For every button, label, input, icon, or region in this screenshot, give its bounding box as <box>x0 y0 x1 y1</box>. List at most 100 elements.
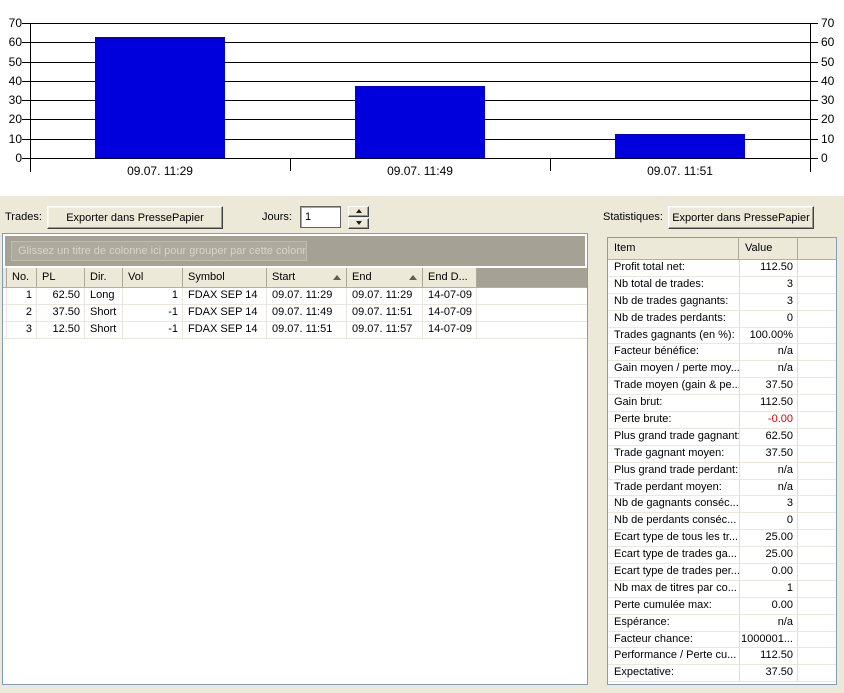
x-axis-tick <box>30 158 31 171</box>
y-axis-tick <box>810 138 818 140</box>
table-cell: 37.50 <box>37 305 85 321</box>
stats-row[interactable]: Facteur chance: 1000001... <box>608 631 836 649</box>
stat-item-label: Performance / Perte cu... <box>614 649 737 662</box>
table-row[interactable]: 1 62.50 Long 1 FDAX SEP 14 09.07. 11:29 09.07.… <box>3 288 587 305</box>
stats-row[interactable]: Plus grand trade gagnant: 62.50 <box>608 428 836 446</box>
column-header-endd[interactable]: End D... <box>423 268 477 287</box>
trades-grid-header: No. PL Dir. Vol Symbol Start End End D... <box>3 268 587 288</box>
table-cell: -1 <box>123 305 183 321</box>
table-cell: FDAX SEP 14 <box>183 305 267 321</box>
column-header-symbol[interactable]: Symbol <box>183 268 267 287</box>
stat-item-label: Plus grand trade gagnant: <box>614 429 739 442</box>
stat-item-label: Nb de trades gagnants: <box>614 294 729 307</box>
stat-item-value: n/a <box>739 462 798 479</box>
column-header-vol[interactable]: Vol <box>123 268 183 287</box>
column-header-dir[interactable]: Dir. <box>85 268 123 287</box>
stats-row[interactable]: Trade moyen (gain & pe... 37.50 <box>608 378 836 396</box>
stats-row[interactable]: Trades gagnants (en %): 100.00% <box>608 327 836 345</box>
stats-row[interactable]: Performance / Perte cu... 112.50 <box>608 648 836 666</box>
y-axis-tick-label: 60 <box>8 35 22 50</box>
stat-item-label: Facteur bénéfice: <box>614 345 699 358</box>
stats-row[interactable]: Perte cumulée max: 0.00 <box>608 597 836 615</box>
table-cell: 2 <box>7 305 37 321</box>
stats-column-item[interactable]: Item <box>608 238 739 259</box>
x-axis-tick-label: 09.07. 11:51 <box>647 164 713 178</box>
jours-spin-up-button[interactable] <box>348 206 369 217</box>
stat-item-value: n/a <box>739 614 798 631</box>
stats-column-value[interactable]: Value <box>739 238 798 259</box>
y-axis-tick <box>810 119 818 121</box>
stats-row[interactable]: Espérance: n/a <box>608 614 836 632</box>
table-cell: 14-07-09 <box>423 288 477 304</box>
y-axis-tick <box>22 42 30 44</box>
y-axis-tick-label: 20 <box>821 112 835 127</box>
y-axis-tick <box>22 138 30 140</box>
stat-item-value: n/a <box>739 361 798 378</box>
stats-row[interactable]: Profit total net: 112.50 <box>608 260 836 277</box>
y-axis-tick-label: 50 <box>8 54 22 69</box>
stat-item-value: 3 <box>739 276 798 293</box>
stats-row[interactable]: Nb de gagnants conséc... 3 <box>608 496 836 514</box>
y-axis-tick <box>810 61 818 63</box>
table-row[interactable]: 3 12.50 Short -1 FDAX SEP 14 09.07. 11:51 09.0… <box>3 322 587 339</box>
stats-row[interactable]: Nb de trades gagnants: 3 <box>608 293 836 311</box>
stat-item-value: n/a <box>739 344 798 361</box>
stat-item-value: 112.50 <box>739 648 798 665</box>
column-header-end[interactable]: End <box>347 268 423 287</box>
jours-input[interactable] <box>300 206 341 228</box>
stats-row[interactable]: Nb total de trades: 3 <box>608 276 836 294</box>
stats-row[interactable]: Gain brut: 112.50 <box>608 395 836 413</box>
stat-item-value: 0.00 <box>739 597 798 614</box>
jours-label: Jours: <box>262 211 292 223</box>
export-trades-button[interactable]: Exporter dans PressePapier <box>47 206 223 229</box>
stats-row[interactable]: Nb de trades perdants: 0 <box>608 310 836 328</box>
stat-item-value: 1000001... <box>739 631 798 648</box>
y-axis-line <box>810 23 811 172</box>
column-header-start[interactable]: Start <box>267 268 347 287</box>
stat-item-label: Trade gagnant moyen: <box>614 446 725 459</box>
pl-bar <box>615 133 745 158</box>
table-cell: 1 <box>7 288 37 304</box>
stats-row[interactable]: Ecart type de trades per... 0.00 <box>608 564 836 581</box>
stats-row[interactable]: Expectative: 37.50 <box>608 665 836 683</box>
group-by-hint: Glissez un titre de colonne ici pour gro… <box>11 241 307 261</box>
stats-row[interactable]: Ecart type de trades ga... 25.00 <box>608 547 836 565</box>
stats-row[interactable]: Gain moyen / perte moy... n/a <box>608 361 836 379</box>
stat-item-label: Espérance: <box>614 615 670 628</box>
header-filler <box>477 268 587 287</box>
y-axis-tick-label: 10 <box>8 131 22 146</box>
y-axis-tick-label: 70 <box>8 16 22 30</box>
y-axis-tick-label: 50 <box>821 54 835 69</box>
y-axis-tick-label: 30 <box>8 93 22 108</box>
column-header-pl[interactable]: PL <box>37 268 85 287</box>
stats-row[interactable]: Facteur bénéfice: n/a <box>608 344 836 362</box>
stats-row[interactable]: Trade perdant moyen: n/a <box>608 479 836 497</box>
export-statistics-button[interactable]: Exporter dans PressePapier <box>668 206 814 229</box>
stat-item-value: 25.00 <box>739 530 798 547</box>
stats-row[interactable]: Ecart type de tous les tr... 25.00 <box>608 530 836 548</box>
stats-row[interactable]: Perte brute: -0.00 <box>608 412 836 429</box>
stat-item-value: 37.50 <box>739 378 798 395</box>
table-cell: Short <box>85 305 123 321</box>
y-axis-line <box>30 23 31 172</box>
trading-report-window: { "chart_data": { "type": "bar", "catego… <box>0 0 844 693</box>
column-header-no[interactable]: No. <box>7 268 37 287</box>
table-row[interactable]: 2 37.50 Short -1 FDAX SEP 14 09.07. 11:49 09.0… <box>3 305 587 322</box>
stats-row[interactable]: Nb max de titres par co... 1 <box>608 580 836 598</box>
stats-row[interactable]: Plus grand trade perdant: n/a <box>608 462 836 480</box>
y-axis-tick-label: 0 <box>15 151 22 165</box>
jours-spin-down-button[interactable] <box>348 218 369 229</box>
y-axis-tick-label: 20 <box>8 112 22 127</box>
table-cell: 09.07. 11:51 <box>267 322 347 338</box>
y-axis-tick-label: 70 <box>821 16 835 30</box>
stat-item-value: 3 <box>739 293 798 310</box>
table-cell: 09.07. 11:29 <box>347 288 423 304</box>
group-by-bar[interactable]: Glissez un titre de colonne ici pour gro… <box>5 236 585 266</box>
pl-bar <box>95 37 225 158</box>
pl-bar-chart: 0 0 10 10 20 20 30 30 40 40 50 50 60 60 70 70 09.07. 11:… <box>0 0 844 196</box>
stats-row[interactable]: Trade gagnant moyen: 37.50 <box>608 445 836 463</box>
stat-item-label: Perte cumulée max: <box>614 598 712 611</box>
table-cell: 3 <box>7 322 37 338</box>
stat-item-value: 0 <box>739 513 798 530</box>
stats-row[interactable]: Nb de perdants conséc... 0 <box>608 513 836 531</box>
